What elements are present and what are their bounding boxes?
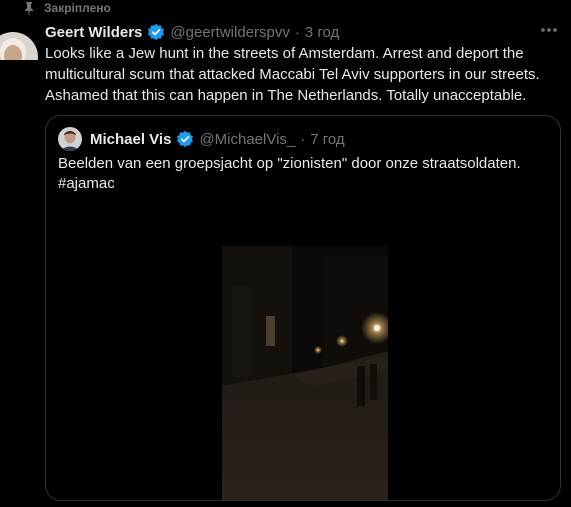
verified-badge-icon[interactable]: [147, 23, 165, 41]
pinned-indicator: Закріплено: [22, 0, 111, 16]
quoted-tweet[interactable]: Michael Vis @MichaelVis_ · 7 год Beelden…: [45, 115, 561, 501]
quote-header: Michael Vis @MichaelVis_ · 7 год: [58, 127, 345, 151]
quote-author-handle[interactable]: @MichaelVis_: [199, 131, 295, 148]
tweet-time[interactable]: 3 год: [305, 24, 339, 41]
pin-icon: [22, 1, 36, 15]
meta-separator: ·: [300, 130, 306, 148]
verified-badge-icon[interactable]: [176, 130, 194, 148]
video-thumbnail[interactable]: [222, 246, 388, 500]
hashtag-link[interactable]: #ajamac: [58, 174, 548, 194]
meta-separator: ·: [294, 23, 300, 41]
quote-text: Beelden van een groepsjacht op "zioniste…: [58, 154, 548, 194]
quote-avatar[interactable]: [58, 127, 82, 151]
avatar[interactable]: [0, 16, 38, 60]
video-player[interactable]: [46, 210, 560, 500]
quote-text-line: Beelden van een groepsjacht op "zioniste…: [58, 155, 521, 172]
more-options-icon[interactable]: [539, 20, 559, 40]
quote-author-name[interactable]: Michael Vis: [90, 131, 171, 148]
tweet-header: Geert Wilders @geertwilderspvv · 3 год: [45, 22, 339, 42]
author-name[interactable]: Geert Wilders: [45, 24, 142, 41]
quote-time[interactable]: 7 год: [310, 131, 344, 148]
pinned-label: Закріплено: [44, 1, 111, 15]
author-handle[interactable]: @geertwilderspvv: [170, 24, 289, 41]
tweet-text: Looks like a Jew hunt in the streets of …: [45, 45, 540, 104]
